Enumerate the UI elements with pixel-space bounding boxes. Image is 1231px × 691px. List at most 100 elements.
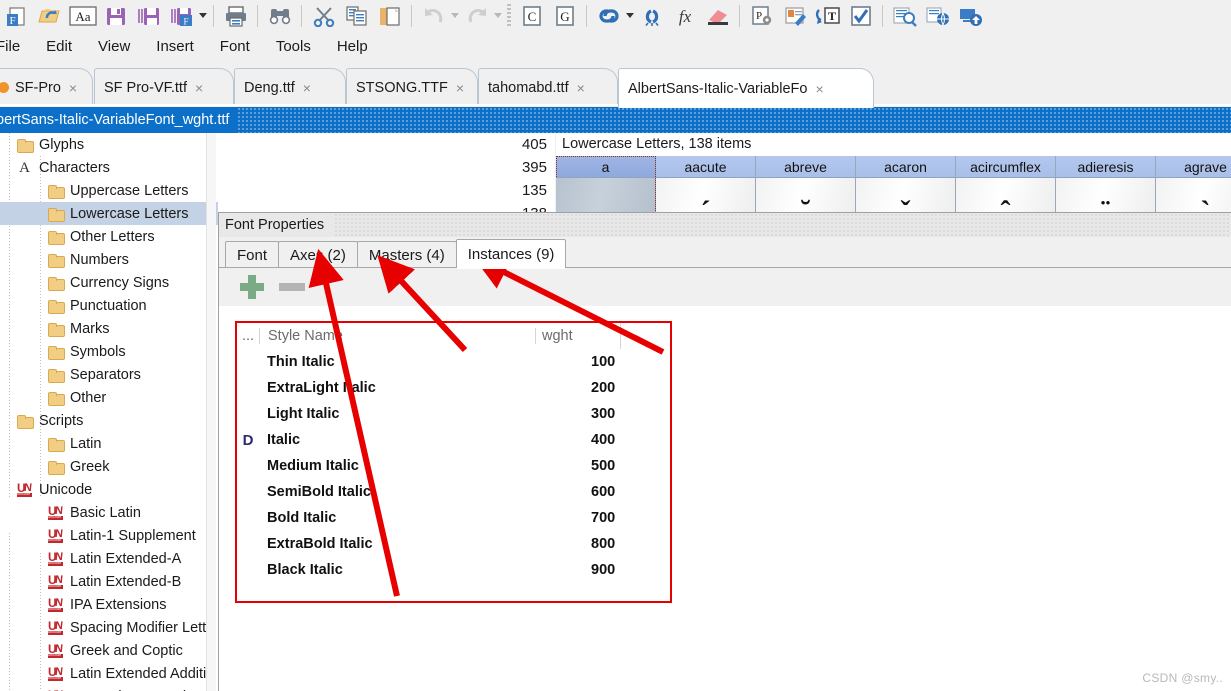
remove-instance-button[interactable] — [279, 283, 305, 291]
tree-item-glyphs[interactable]: Glyphs — [0, 133, 218, 156]
column-header-wght[interactable]: wght — [535, 328, 620, 344]
tree-item-latin-extended-additional[interactable]: Latin Extended Additi — [0, 662, 218, 685]
modified-dot-icon — [0, 82, 9, 93]
table-row[interactable]: Bold Italic 700 — [237, 505, 670, 531]
table-row[interactable]: ExtraBold Italic 800 — [237, 531, 670, 557]
tree-item-latin-1-supplement[interactable]: Latin-1 Supplement — [0, 524, 218, 547]
tab-albertsans-italic[interactable]: AlbertSans-Italic-VariableFo × — [618, 68, 874, 108]
save-as-icon[interactable] — [132, 1, 165, 30]
tab-sf-pro-vf[interactable]: SF Pro-VF.ttf × — [94, 68, 234, 106]
cell-wght: 100 — [591, 354, 616, 370]
function-fx-icon[interactable]: fx — [668, 1, 701, 30]
tree-item-latin[interactable]: Latin — [0, 432, 218, 455]
tree-item-latin-extended-b[interactable]: Latin Extended-B — [0, 570, 218, 593]
menu-view[interactable]: View — [85, 36, 143, 57]
tree-item-general-punctuation[interactable]: General Punctuation — [0, 685, 218, 691]
tab-sf-pro[interactable]: SF-Pro × — [0, 68, 93, 106]
font-view-aa-icon[interactable]: Aa — [66, 1, 99, 30]
menu-edit[interactable]: Edit — [33, 36, 85, 57]
instances-table[interactable]: ... Style Name wght Thin Italic 100 Extr… — [235, 321, 672, 603]
font-structure-tree[interactable]: Glyphs A Characters Uppercase Letters Lo… — [0, 133, 218, 691]
table-row[interactable]: Black Italic 900 — [237, 557, 670, 583]
tree-item-characters[interactable]: A Characters — [0, 156, 218, 179]
eraser-icon[interactable] — [701, 1, 734, 30]
panel-drag-grip[interactable] — [334, 213, 1231, 237]
tree-item-spacing-modifier-letters[interactable]: Spacing Modifier Lett — [0, 616, 218, 639]
save-dropdown-caret-icon[interactable] — [198, 1, 208, 30]
tab-masters[interactable]: Masters (4) — [356, 241, 457, 268]
char-g-icon[interactable]: G — [548, 1, 581, 30]
tree-item-ipa-extensions[interactable]: IPA Extensions — [0, 593, 218, 616]
tree-item-latin-extended-a[interactable]: Latin Extended-A — [0, 547, 218, 570]
table-row[interactable]: ExtraLight Italic 200 — [237, 375, 670, 401]
tree-item-punctuation[interactable]: Punctuation — [0, 294, 218, 317]
tab-close-icon[interactable]: × — [815, 81, 823, 97]
undo-dropdown-caret-icon[interactable] — [450, 1, 460, 30]
redo-dropdown-caret-icon[interactable] — [493, 1, 503, 30]
tree-item-other-letters[interactable]: Other Letters — [0, 225, 218, 248]
menu-help[interactable]: Help — [324, 36, 381, 57]
tree-item-other[interactable]: Other — [0, 386, 218, 409]
tree-item-unicode[interactable]: Unicode — [0, 478, 218, 501]
tab-close-icon[interactable]: × — [303, 80, 311, 96]
font-info-icon[interactable]: F — [0, 1, 33, 30]
menu-font[interactable]: Font — [207, 36, 263, 57]
binoculars-find-icon[interactable] — [263, 1, 296, 30]
tab-instances[interactable]: Instances (9) — [455, 239, 567, 269]
glyph-name: adieresis — [1056, 156, 1155, 178]
tab-close-icon[interactable]: × — [195, 80, 203, 96]
cut-scissors-icon[interactable] — [307, 1, 340, 30]
tree-item-basic-latin[interactable]: Basic Latin — [0, 501, 218, 524]
menu-tools[interactable]: Tools — [263, 36, 324, 57]
validate-check-icon[interactable] — [844, 1, 877, 30]
tree-item-greek[interactable]: Greek — [0, 455, 218, 478]
redo-icon[interactable] — [460, 1, 493, 30]
web-preview-globe-icon[interactable] — [921, 1, 954, 30]
tree-item-greek-and-coptic[interactable]: Greek and Coptic — [0, 639, 218, 662]
paste-icon[interactable] — [373, 1, 406, 30]
glyph-name: agrave — [1156, 156, 1231, 178]
table-row[interactable]: Thin Italic 100 — [237, 349, 670, 375]
tab-close-icon[interactable]: × — [456, 80, 464, 96]
table-row[interactable]: Light Italic 300 — [237, 401, 670, 427]
tree-item-marks[interactable]: Marks — [0, 317, 218, 340]
save-font-icon[interactable]: F — [165, 1, 198, 30]
tree-item-lowercase-letters[interactable]: Lowercase Letters — [0, 202, 218, 225]
tree-item-uppercase-letters[interactable]: Uppercase Letters — [0, 179, 218, 202]
save-icon[interactable] — [99, 1, 132, 30]
tab-close-icon[interactable]: × — [577, 80, 585, 96]
char-c-icon[interactable]: C — [515, 1, 548, 30]
tree-item-scripts[interactable]: Scripts — [0, 409, 218, 432]
open-font-icon[interactable] — [33, 1, 66, 30]
unlink-icon[interactable] — [635, 1, 668, 30]
tab-stsong[interactable]: STSONG.TTF × — [346, 68, 478, 106]
table-row[interactable]: SemiBold Italic 600 — [237, 479, 670, 505]
properties-gear-icon[interactable]: P — [745, 1, 778, 30]
export-icon[interactable] — [954, 1, 987, 30]
tree-vertical-scrollbar[interactable] — [206, 133, 216, 691]
tab-deng[interactable]: Deng.ttf × — [234, 68, 346, 106]
undo-icon[interactable] — [417, 1, 450, 30]
table-row[interactable]: Medium Italic 500 — [237, 453, 670, 479]
link-icon[interactable] — [592, 1, 625, 30]
edit-note-icon[interactable] — [778, 1, 811, 30]
tree-item-currency-signs[interactable]: Currency Signs — [0, 271, 218, 294]
tree-count-column: 405 395 135 138 — [460, 133, 555, 223]
tab-axes[interactable]: Axes (2) — [278, 241, 358, 268]
column-header-style-name[interactable]: Style Name — [259, 328, 535, 344]
table-row[interactable]: D Italic 400 — [237, 427, 670, 453]
tree-item-symbols[interactable]: Symbols — [0, 340, 218, 363]
inspect-magnifier-icon[interactable] — [888, 1, 921, 30]
copy-icon[interactable] — [340, 1, 373, 30]
tab-tahomabd[interactable]: tahomabd.ttf × — [478, 68, 618, 106]
tab-close-icon[interactable]: × — [69, 80, 77, 96]
transform-text-icon[interactable]: T — [811, 1, 844, 30]
link-dropdown-caret-icon[interactable] — [625, 1, 635, 30]
menu-insert[interactable]: Insert — [143, 36, 207, 57]
add-instance-button[interactable] — [239, 274, 265, 300]
tab-font[interactable]: Font — [225, 241, 280, 268]
tree-item-separators[interactable]: Separators — [0, 363, 218, 386]
print-icon[interactable] — [219, 1, 252, 30]
tree-item-numbers[interactable]: Numbers — [0, 248, 218, 271]
menu-file[interactable]: File — [0, 36, 33, 57]
